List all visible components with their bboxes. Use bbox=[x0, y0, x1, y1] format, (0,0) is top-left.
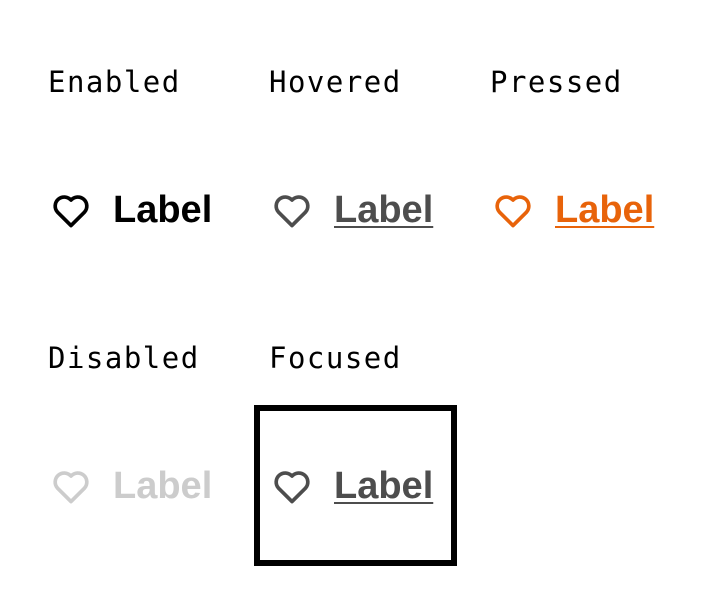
hovered-link-button[interactable]: Label bbox=[270, 188, 433, 232]
focused-title: Focused bbox=[269, 341, 402, 375]
focused-label: Label bbox=[334, 465, 434, 507]
heart-icon bbox=[270, 464, 314, 508]
enabled-link-button[interactable]: Label bbox=[49, 188, 212, 232]
pressed-title: Pressed bbox=[490, 65, 623, 99]
focused-link-button[interactable]: Label bbox=[270, 464, 433, 508]
heart-icon bbox=[491, 188, 535, 232]
enabled-title: Enabled bbox=[48, 65, 181, 99]
heart-icon bbox=[49, 188, 93, 232]
disabled-title: Disabled bbox=[48, 341, 200, 375]
disabled-link-button: Label bbox=[49, 464, 212, 508]
disabled-label: Label bbox=[113, 465, 213, 507]
hovered-title: Hovered bbox=[269, 65, 402, 99]
heart-icon bbox=[270, 188, 314, 232]
hovered-label: Label bbox=[334, 189, 434, 231]
pressed-link-button[interactable]: Label bbox=[491, 188, 654, 232]
pressed-label: Label bbox=[555, 189, 655, 231]
enabled-label: Label bbox=[113, 189, 213, 231]
heart-icon bbox=[49, 464, 93, 508]
